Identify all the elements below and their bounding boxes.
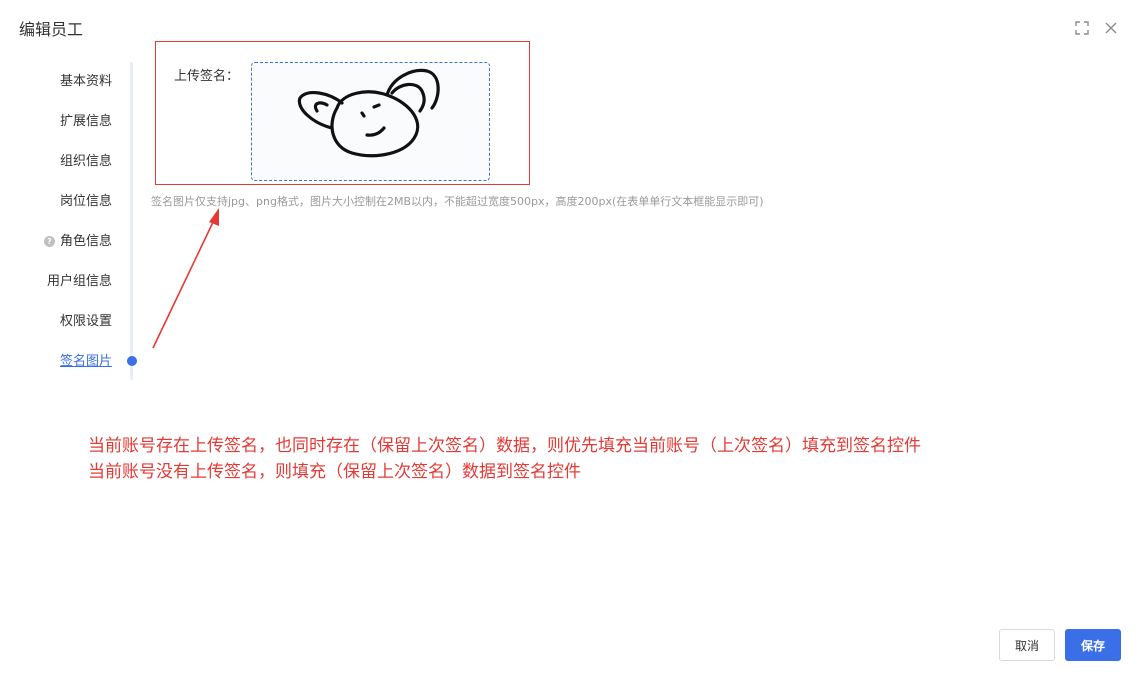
- edit-employee-dialog: 编辑员工 基本资料 扩展信息 组织信息 岗位信息 ? 角色信息 用户组信息 权限设…: [0, 0, 1146, 676]
- fullscreen-icon[interactable]: [1075, 21, 1089, 35]
- nav-item-basic-info[interactable]: 基本资料: [60, 74, 112, 90]
- nav-item-label: 用户组信息: [46, 274, 112, 289]
- annotation-arrow: [152, 208, 219, 349]
- close-icon[interactable]: [1104, 21, 1118, 35]
- nav-item-role-info[interactable]: ? 角色信息: [43, 234, 112, 250]
- cancel-button[interactable]: 取消: [999, 629, 1055, 661]
- anchor-rail: [130, 62, 133, 380]
- nav-item-label: 角色信息: [59, 234, 112, 249]
- annotation-text: 当前账号存在上传签名，也同时存在（保留上次签名）数据，则优先填充当前账号（上次签…: [88, 433, 921, 485]
- nav-item-extended-info[interactable]: 扩展信息: [60, 114, 112, 130]
- dialog-title: 编辑员工: [19, 20, 84, 39]
- nav-item-label: 扩展信息: [59, 114, 112, 129]
- nav-item-position-info[interactable]: 岗位信息: [60, 194, 112, 210]
- active-anchor-dot: [127, 356, 137, 366]
- nav-item-label: 签名图片: [59, 354, 112, 369]
- nav-item-label: 岗位信息: [59, 194, 112, 209]
- help-icon[interactable]: ?: [43, 236, 55, 247]
- nav-item-user-group-info[interactable]: 用户组信息: [47, 274, 112, 290]
- nav-item-signature-image[interactable]: 签名图片: [60, 354, 112, 370]
- annotation-line-2: 当前账号没有上传签名，则填充（保留上次签名）数据到签名控件: [88, 462, 581, 482]
- signature-upload-area[interactable]: [251, 62, 490, 181]
- save-button[interactable]: 保存: [1065, 629, 1121, 661]
- nav-item-org-info[interactable]: 组织信息: [60, 154, 112, 170]
- nav-item-label: 基本资料: [59, 74, 112, 89]
- nav-item-label: 组织信息: [59, 154, 112, 169]
- signature-image: [297, 68, 440, 158]
- nav-item-permission-settings[interactable]: 权限设置: [60, 314, 112, 330]
- upload-hint: 签名图片仅支持jpg、png格式，图片大小控制在2MB以内，不能超过宽度500p…: [151, 195, 764, 208]
- nav-item-label: 权限设置: [59, 314, 112, 329]
- annotation-line-1: 当前账号存在上传签名，也同时存在（保留上次签名）数据，则优先填充当前账号（上次签…: [88, 436, 921, 456]
- anchor-nav: 基本资料 扩展信息 组织信息 岗位信息 ? 角色信息 用户组信息 权限设置 签名图…: [0, 60, 145, 385]
- upload-signature-label: 上传签名：: [174, 69, 240, 84]
